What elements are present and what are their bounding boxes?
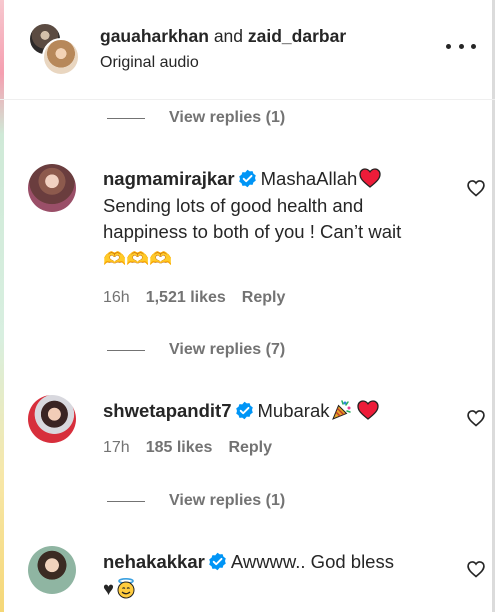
view-replies-label: View replies (1) [169, 109, 286, 126]
smiling-halo-face-icon [117, 577, 135, 598]
comment-text: nehakakkar Awwww.. God bless ♥ [103, 549, 423, 602]
view-replies-button[interactable]: View replies (1) [107, 107, 285, 129]
more-options-button[interactable] [446, 36, 476, 56]
post-authors: gauaharkhan and zaid_darbar [100, 26, 346, 47]
black-heart-text: ♥ [103, 577, 114, 599]
author-link-2[interactable]: zaid_darbar [248, 26, 346, 46]
heart-outline-icon[interactable] [466, 559, 486, 579]
divider-line [107, 500, 145, 502]
red-heart-icon [357, 400, 380, 420]
avatar[interactable] [28, 546, 76, 594]
comment-time[interactable]: 17h [103, 439, 130, 457]
post-header: gauaharkhan and zaid_darbar Original aud… [0, 0, 495, 100]
comment-meta: 17h 185 likes Reply [103, 439, 272, 457]
verified-badge-icon [209, 552, 226, 571]
comment-first-line: MashaAllah [260, 168, 358, 189]
view-replies-button[interactable]: View replies (1) [107, 490, 285, 512]
comment-meta: 16h 1,521 likes Reply [103, 289, 285, 307]
more-horizontal-icon [446, 43, 451, 49]
view-replies-label: View replies (7) [169, 341, 286, 358]
party-popper-icon [332, 400, 352, 420]
avatar[interactable] [28, 395, 76, 443]
reply-button[interactable]: Reply [228, 439, 272, 457]
comment-text: nagmamirajkar MashaAllah Sending lots of … [103, 166, 423, 272]
avatar-zaid-darbar[interactable] [42, 38, 80, 76]
comment-first-line: Awwww.. God bless [230, 551, 394, 572]
heart-outline-icon[interactable] [466, 178, 486, 198]
comment-time[interactable]: 16h [103, 289, 130, 307]
avatar[interactable] [28, 164, 76, 212]
comment-username[interactable]: nagmamirajkar [103, 168, 235, 189]
divider-line [107, 349, 145, 351]
author-link-1[interactable]: gauaharkhan [100, 26, 209, 46]
comment-message: Sending lots of good health and happines… [103, 194, 402, 269]
collab-avatars[interactable] [28, 22, 80, 76]
comment-likes[interactable]: 1,521 likes [146, 289, 226, 307]
view-replies-button[interactable]: View replies (7) [107, 339, 285, 361]
verified-badge-icon [235, 401, 253, 420]
divider-line [107, 117, 145, 119]
audio-link[interactable]: Original audio [100, 54, 199, 72]
view-replies-label: View replies (1) [169, 492, 286, 509]
comment-username[interactable]: nehakakkar [103, 551, 205, 572]
comment-username[interactable]: shwetapandit7 [103, 400, 232, 421]
comment-first-line: Mubarak [257, 400, 330, 421]
red-heart-icon [359, 168, 381, 188]
heart-outline-icon[interactable] [466, 408, 486, 428]
verified-badge-icon [238, 169, 256, 188]
comment-text: shwetapandit7 Mubarak [103, 398, 423, 425]
comment-likes[interactable]: 185 likes [146, 439, 213, 457]
reply-button[interactable]: Reply [242, 289, 286, 307]
authors-connector: and [213, 26, 244, 46]
